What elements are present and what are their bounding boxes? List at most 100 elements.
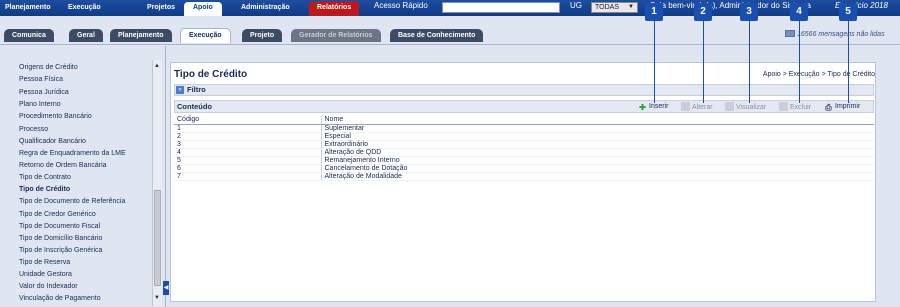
insert-label: Inserir bbox=[649, 103, 669, 110]
delete-label: Excluir bbox=[790, 104, 812, 111]
nav-administracao[interactable]: Administração bbox=[236, 3, 295, 13]
sidebar-item[interactable]: Retorno de Ordem Bancária bbox=[19, 161, 107, 170]
nav-apoio[interactable]: Apoio bbox=[184, 2, 222, 16]
annotation-badge-2: 2 bbox=[694, 3, 712, 21]
cell-name: Alteração de QDD bbox=[320, 148, 874, 157]
cell-name: Extraordinário bbox=[320, 140, 874, 149]
cell-code: 4 bbox=[174, 148, 321, 157]
annotation-line bbox=[703, 21, 704, 103]
cell-code: 2 bbox=[174, 132, 321, 141]
annotation-badge-3: 3 bbox=[740, 3, 758, 21]
cell-code: 6 bbox=[174, 164, 321, 173]
ug-select[interactable]: TODAS ▼ bbox=[591, 2, 638, 13]
tab-execucao[interactable]: Execução bbox=[180, 28, 231, 43]
tab-projeto[interactable]: Projeto bbox=[242, 29, 283, 42]
annotation-line bbox=[848, 21, 849, 103]
sidebar-item[interactable]: Tipo de Credor Genérico bbox=[19, 210, 96, 219]
trash-icon bbox=[779, 102, 788, 111]
tab-base-conhecimento[interactable]: Base de Conhecimento bbox=[390, 29, 484, 42]
sidebar-item[interactable]: Tipo de Contrato bbox=[19, 173, 71, 182]
edit-icon bbox=[681, 102, 690, 111]
quick-access-input[interactable] bbox=[442, 2, 560, 13]
view-button[interactable]: Visualizar bbox=[725, 102, 766, 113]
annotation-line bbox=[749, 21, 750, 103]
sidebar-item[interactable]: Procedimento Bancário bbox=[19, 112, 92, 121]
filter-label[interactable]: Filtro bbox=[187, 85, 206, 95]
sidebar-item[interactable]: Tipo de Documento de Referência bbox=[19, 197, 125, 206]
cell-name: Suplementar bbox=[320, 124, 874, 133]
sidebar-item[interactable]: Pessoa Jurídica bbox=[19, 88, 69, 97]
quick-access-label: Acesso Rápido bbox=[374, 1, 428, 10]
print-label: Imprimir bbox=[835, 103, 861, 110]
ug-select-value: TODAS bbox=[595, 4, 619, 11]
cell-name: Especial bbox=[320, 132, 874, 141]
sidebar-item[interactable]: Tipo de Documento Fiscal bbox=[19, 222, 100, 231]
main-panel bbox=[170, 62, 876, 302]
scroll-down-icon[interactable]: ▼ bbox=[152, 294, 162, 302]
cell-code: 3 bbox=[174, 140, 321, 149]
sidebar-scroll-thumb[interactable] bbox=[154, 190, 161, 286]
chevron-down-icon: ▼ bbox=[628, 4, 634, 10]
cell-name: Alteração de Modalidade bbox=[320, 172, 874, 181]
print-button[interactable]: ⎙ Imprimir bbox=[824, 102, 860, 112]
annotation-line bbox=[654, 21, 655, 103]
cell-name: Cancelamento de Dotação bbox=[320, 164, 874, 173]
scroll-up-icon[interactable]: ▲ bbox=[152, 62, 162, 70]
cell-code: 7 bbox=[174, 172, 321, 181]
welcome-text: Seja bem-vindo(a), Administrador do Sist… bbox=[650, 1, 811, 10]
data-table: Código Nome 1 Suplementar 2 Especial 3 Extr… bbox=[174, 116, 874, 181]
nav-relatorios[interactable]: Relatórios bbox=[309, 1, 360, 16]
sidebar-item[interactable]: Qualificador Bancário bbox=[19, 137, 86, 146]
content-bar bbox=[174, 100, 874, 113]
sidebar-item[interactable]: Valor do Indexador bbox=[19, 282, 78, 291]
sidebar-item[interactable]: Plano Interno bbox=[19, 100, 61, 109]
expand-icon[interactable]: » bbox=[176, 86, 184, 94]
sidebar-item[interactable]: Processo bbox=[19, 125, 48, 134]
filter-bar[interactable] bbox=[174, 84, 874, 96]
view-icon bbox=[725, 102, 734, 111]
sidebar-item[interactable]: Unidade Gestora bbox=[19, 270, 72, 279]
plus-icon: ✚ bbox=[639, 103, 646, 112]
printer-icon: ⎙ bbox=[825, 103, 832, 112]
annotation-badge-1: 1 bbox=[645, 3, 663, 21]
sidebar-item[interactable]: Tipo de Domicílio Bancário bbox=[19, 234, 102, 243]
table-row[interactable]: 5 Remanejamento Interno bbox=[174, 156, 874, 165]
nav-planejamento[interactable]: Planejamento bbox=[0, 3, 56, 13]
view-label: Visualizar bbox=[736, 104, 767, 111]
breadcrumb[interactable]: Apoio > Execução > Tipo de Crédito bbox=[763, 70, 875, 79]
sidebar-item[interactable]: Regra de Enquadramento da LME bbox=[19, 149, 126, 158]
tab-geral[interactable]: Geral bbox=[69, 29, 103, 42]
table-row[interactable]: 4 Alteração de QDD bbox=[174, 148, 874, 157]
column-header-nome[interactable]: Nome bbox=[320, 116, 874, 125]
sidebar-item[interactable]: Tipo de Reserva bbox=[19, 258, 70, 267]
table-row[interactable]: 1 Suplementar bbox=[174, 124, 874, 133]
tab-comunica[interactable]: Comunica bbox=[4, 29, 54, 42]
insert-button[interactable]: ✚ Inserir bbox=[638, 102, 668, 112]
delete-button[interactable]: Excluir bbox=[779, 102, 811, 113]
annotation-badge-5: 5 bbox=[839, 3, 857, 21]
column-header-codigo[interactable]: Código bbox=[174, 116, 321, 125]
sidebar-item-active[interactable]: Tipo de Crédito bbox=[19, 185, 70, 194]
collapse-sidebar-button[interactable]: ◀ bbox=[163, 281, 169, 295]
content-label: Conteúdo bbox=[177, 102, 212, 111]
nav-projetos[interactable]: Projetos bbox=[142, 3, 180, 13]
cell-code: 5 bbox=[174, 156, 321, 165]
table-row[interactable]: 7 Alteração de Modalidade bbox=[174, 172, 874, 181]
edit-label: Alterar bbox=[692, 104, 713, 111]
table-header-row: Código Nome bbox=[174, 116, 874, 125]
table-row[interactable]: 3 Extraordinário bbox=[174, 140, 874, 149]
table-row[interactable]: 2 Especial bbox=[174, 132, 874, 141]
ug-label: UG bbox=[570, 1, 582, 10]
sidebar-item[interactable]: Origens de Crédito bbox=[19, 63, 78, 72]
sidebar-item[interactable]: Tipo de Inscrição Genérica bbox=[19, 246, 102, 255]
annotation-line bbox=[799, 21, 800, 103]
edit-button[interactable]: Alterar bbox=[681, 102, 713, 113]
tab-planejamento[interactable]: Planejamento bbox=[110, 29, 172, 42]
table-row[interactable]: 6 Cancelamento de Dotação bbox=[174, 164, 874, 173]
cell-name: Remanejamento Interno bbox=[320, 156, 874, 165]
sidebar-item[interactable]: Vinculação de Pagamento bbox=[19, 294, 101, 303]
page-title: Tipo de Crédito bbox=[174, 69, 248, 80]
tab-gerador-relatorios[interactable]: Gerador de Relatórios bbox=[291, 29, 381, 42]
nav-execucao[interactable]: Execução bbox=[63, 3, 106, 13]
sidebar-item[interactable]: Pessoa Física bbox=[19, 75, 63, 84]
